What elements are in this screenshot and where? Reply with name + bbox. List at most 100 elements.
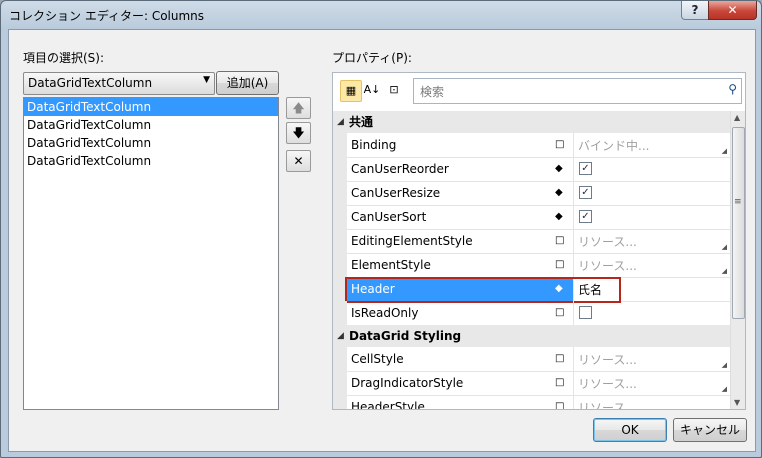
property-value-cell[interactable]: ✓ xyxy=(573,181,731,205)
property-row[interactable]: CanUserResize ◆ ✓ xyxy=(333,181,730,206)
property-checkbox[interactable] xyxy=(579,306,592,319)
value-editor-triangle-icon[interactable]: ◢ xyxy=(722,243,727,251)
remove-icon: ✕ xyxy=(293,154,304,168)
property-marker-icon[interactable]: ◆ xyxy=(555,187,563,198)
property-checkbox[interactable]: ✓ xyxy=(579,186,592,199)
categorized-view-icon[interactable]: ▦ xyxy=(340,80,362,102)
value-editor-triangle-icon[interactable]: ◢ xyxy=(722,267,727,275)
list-item[interactable]: DataGridTextColumn xyxy=(24,152,278,170)
row-gutter xyxy=(333,157,347,181)
property-row[interactable]: CellStyle □ リソース... ◢ xyxy=(333,347,730,372)
category-name: 共通 xyxy=(349,115,374,129)
property-search-input[interactable]: 検索 ⚲ xyxy=(413,78,742,104)
property-marker-icon[interactable]: □ xyxy=(555,377,564,388)
property-row[interactable]: ElementStyle □ リソース... ◢ xyxy=(333,253,730,278)
property-name: DragIndicatorStyle xyxy=(351,376,464,390)
property-name: HeaderStyle xyxy=(351,400,425,410)
items-listbox[interactable]: DataGridTextColumn DataGridTextColumn Data… xyxy=(23,97,279,410)
property-value-cell[interactable]: リソース... ◢ xyxy=(573,253,731,277)
dialog-body: 項目の選択(S): DataGridTextColumn ▼ 追加(A) Dat… xyxy=(8,29,756,452)
property-row[interactable]: Header ◆ 氏名 xyxy=(333,277,731,303)
value-editor-triangle-icon[interactable]: ◢ xyxy=(722,147,727,155)
row-gutter xyxy=(333,371,347,395)
property-toolbar: ▦ A↓ ⊡ 検索 ⚲ xyxy=(333,73,745,111)
close-button[interactable]: ✕ xyxy=(708,1,757,20)
property-row[interactable]: CanUserReorder ◆ ✓ xyxy=(333,157,730,182)
sort-alphabetical-icon[interactable]: A↓ xyxy=(362,80,382,100)
row-gutter xyxy=(333,181,347,205)
property-value: 氏名 xyxy=(578,283,603,297)
category-header[interactable]: ◢ DataGrid Styling xyxy=(333,325,730,347)
row-gutter xyxy=(333,277,347,301)
row-gutter xyxy=(333,229,347,253)
property-row[interactable]: Binding □ バインド中... ◢ xyxy=(333,133,730,158)
properties-label: プロパティ(P): xyxy=(332,51,412,65)
remove-button[interactable]: ✕ xyxy=(286,150,311,172)
property-row[interactable]: HeaderStyle □ リソース... ◢ xyxy=(333,395,731,410)
value-editor-triangle-icon[interactable]: ◢ xyxy=(722,361,727,369)
scroll-grip-icon: ≡ xyxy=(734,197,742,207)
add-button[interactable]: 追加(A) xyxy=(216,71,279,95)
items-label: 項目の選択(S): xyxy=(23,51,105,65)
property-row[interactable]: EditingElementStyle □ リソース... ◢ xyxy=(333,229,730,254)
cancel-button[interactable]: キャンセル xyxy=(673,418,747,442)
help-button[interactable]: ? xyxy=(681,1,709,20)
collapse-triangle-icon[interactable]: ◢ xyxy=(337,325,344,347)
row-gutter xyxy=(333,205,347,229)
property-value-cell[interactable]: 氏名 xyxy=(573,277,731,301)
property-name: IsReadOnly xyxy=(351,306,419,320)
arrow-up-icon: 🡅 xyxy=(292,101,305,115)
row-gutter xyxy=(333,347,347,371)
property-value-cell[interactable]: リソース... ◢ xyxy=(573,347,731,371)
scroll-up-icon[interactable]: ▲ xyxy=(734,113,740,122)
search-icon[interactable]: ⚲ xyxy=(728,82,737,96)
dropdown-arrow-icon[interactable]: ▼ xyxy=(203,75,210,85)
property-value-cell[interactable]: バインド中... ◢ xyxy=(573,133,731,157)
property-value-cell[interactable]: リソース... ◢ xyxy=(573,371,731,395)
property-checkbox[interactable]: ✓ xyxy=(579,162,592,175)
property-marker-icon[interactable]: ◆ xyxy=(555,163,563,174)
category-header[interactable]: ◢ 共通 xyxy=(333,111,730,133)
property-name: CellStyle xyxy=(351,352,404,366)
property-row[interactable]: CanUserSort ◆ ✓ xyxy=(333,205,730,230)
property-row[interactable]: IsReadOnly □ xyxy=(333,301,730,326)
property-marker-icon[interactable]: □ xyxy=(555,401,564,409)
property-scrollbar[interactable]: ▲ ≡ ▼ xyxy=(730,111,745,409)
value-editor-triangle-icon[interactable]: ◢ xyxy=(722,385,727,393)
property-marker-icon[interactable]: □ xyxy=(555,259,564,270)
property-marker-icon[interactable]: □ xyxy=(555,235,564,246)
property-name: CanUserSort xyxy=(351,210,427,224)
property-value: リソース... xyxy=(578,377,637,391)
property-value-cell[interactable]: リソース... ◢ xyxy=(573,229,731,253)
list-item[interactable]: DataGridTextColumn xyxy=(24,134,278,152)
property-marker-icon[interactable]: □ xyxy=(555,353,564,364)
property-checkbox[interactable]: ✓ xyxy=(579,210,592,223)
property-marker-icon[interactable]: ◆ xyxy=(555,283,563,294)
row-gutter xyxy=(333,395,347,409)
property-marker-icon[interactable]: □ xyxy=(555,307,564,318)
item-type-combobox[interactable]: DataGridTextColumn ▼ xyxy=(23,72,215,95)
list-item[interactable]: DataGridTextColumn xyxy=(24,98,278,116)
property-marker-icon[interactable]: ◆ xyxy=(555,211,563,222)
move-up-button[interactable]: 🡅 xyxy=(286,97,311,119)
row-gutter xyxy=(333,301,347,325)
property-marker-icon[interactable]: □ xyxy=(555,139,564,150)
property-value-cell[interactable]: ✓ xyxy=(573,157,731,181)
scroll-down-icon[interactable]: ▼ xyxy=(734,398,740,407)
list-item[interactable]: DataGridTextColumn xyxy=(24,116,278,134)
scroll-thumb[interactable] xyxy=(732,127,745,319)
collapse-triangle-icon[interactable]: ◢ xyxy=(337,111,344,133)
move-down-button[interactable]: 🡇 xyxy=(286,122,311,144)
property-value-cell[interactable] xyxy=(573,301,731,325)
property-value-cell[interactable]: リソース... ◢ xyxy=(573,395,731,410)
ok-button[interactable]: OK xyxy=(593,418,667,442)
property-filter-icon[interactable]: ⊡ xyxy=(384,80,404,100)
property-value: バインド中... xyxy=(578,139,650,153)
row-gutter xyxy=(333,133,347,157)
property-value-cell[interactable]: ✓ xyxy=(573,205,731,229)
collection-editor-window: コレクション エディター: Columns ? ✕ 項目の選択(S): Data… xyxy=(0,0,762,458)
value-editor-triangle-icon[interactable]: ◢ xyxy=(722,409,727,410)
window-title: コレクション エディター: Columns xyxy=(9,9,205,23)
property-name: Header xyxy=(351,282,395,296)
property-row[interactable]: DragIndicatorStyle □ リソース... ◢ xyxy=(333,371,730,396)
